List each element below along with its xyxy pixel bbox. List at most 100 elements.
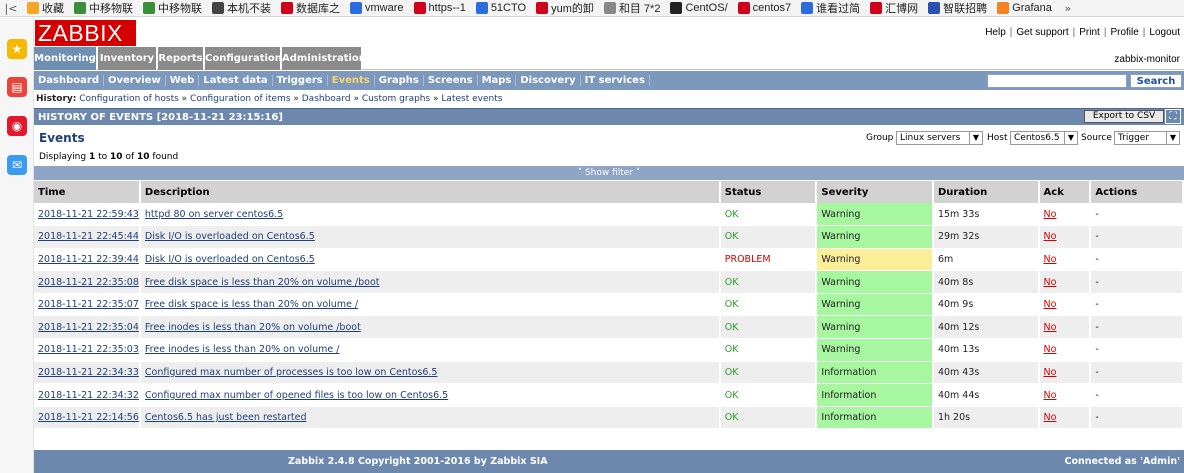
more-bookmarks-icon[interactable]: » xyxy=(1057,2,1079,15)
submenu-screens[interactable]: Screens xyxy=(424,75,478,86)
menu-tab-reports[interactable]: Reports xyxy=(158,47,204,70)
event-time-link[interactable]: 2018-11-21 22:14:56 xyxy=(38,412,139,423)
breadcrumb-link[interactable]: Latest events xyxy=(441,94,502,104)
mail-icon[interactable]: ✉ xyxy=(7,155,27,175)
event-description-link[interactable]: Configured max number of processes is to… xyxy=(145,367,438,378)
menu-tab-administration[interactable]: Administration xyxy=(282,47,366,70)
event-time-link[interactable]: 2018-11-21 22:35:04 xyxy=(38,322,139,333)
zabbix-logo[interactable]: ZABBIX xyxy=(35,20,136,46)
favorites-icon[interactable]: ★ xyxy=(7,39,27,59)
column-header-severity[interactable]: Severity xyxy=(816,181,934,203)
bookmark-item[interactable]: 数据库之 xyxy=(276,0,345,16)
menu-tab-monitoring[interactable]: Monitoring xyxy=(34,47,97,70)
search-input[interactable] xyxy=(987,74,1127,88)
event-time-link[interactable]: 2018-11-21 22:45:44 xyxy=(38,231,139,242)
submenu-maps[interactable]: Maps xyxy=(478,75,517,86)
event-description-link[interactable]: Free inodes is less than 20% on volume /… xyxy=(145,322,361,333)
bookmark-item[interactable]: 收藏 xyxy=(22,0,69,16)
event-time-link[interactable]: 2018-11-21 22:34:32 xyxy=(38,390,139,401)
column-header-time[interactable]: Time xyxy=(34,181,141,203)
top-link-profile[interactable]: Profile xyxy=(1110,27,1138,38)
event-description-link[interactable]: Disk I/O is overloaded on Centos6.5 xyxy=(145,231,315,242)
bookmark-item[interactable]: 本机不装 xyxy=(207,0,276,16)
ack-link[interactable]: No xyxy=(1044,367,1057,378)
ack-link[interactable]: No xyxy=(1044,231,1057,242)
bookmark-item[interactable]: 谁看过简 xyxy=(796,0,865,16)
event-time-link[interactable]: 2018-11-21 22:35:03 xyxy=(38,344,139,355)
top-link-help[interactable]: Help xyxy=(985,27,1006,38)
column-header-duration[interactable]: Duration xyxy=(932,181,1040,203)
event-description-link[interactable]: Free disk space is less than 20% on volu… xyxy=(145,299,358,310)
menu-tab-configuration[interactable]: Configuration xyxy=(205,47,282,70)
bookmark-item[interactable]: vmware xyxy=(345,2,409,14)
event-description-link[interactable]: Free disk space is less than 20% on volu… xyxy=(145,277,380,288)
table-row: 2018-11-21 22:59:43 httpd 80 on server ce… xyxy=(34,203,1184,227)
submenu-discovery[interactable]: Discovery xyxy=(516,75,581,86)
submenu-overview[interactable]: Overview xyxy=(104,75,166,86)
event-description-link[interactable]: Configured max number of opened files is… xyxy=(145,390,448,401)
event-time-link[interactable]: 2018-11-21 22:34:33 xyxy=(38,367,139,378)
bookmark-item[interactable]: 51CTO xyxy=(471,2,531,14)
breadcrumb-link[interactable]: Dashboard xyxy=(302,94,351,104)
bookmark-item[interactable]: 和目 7*2 xyxy=(599,0,666,16)
ack-link[interactable]: No xyxy=(1044,277,1057,288)
ack-link[interactable]: No xyxy=(1044,412,1057,423)
ack-link[interactable]: No xyxy=(1044,344,1057,355)
bookmark-item[interactable]: centos7 xyxy=(733,2,797,14)
column-header-actions[interactable]: Actions xyxy=(1090,181,1184,203)
submenu-graphs[interactable]: Graphs xyxy=(375,75,424,86)
bookmark-item[interactable]: Grafana xyxy=(992,2,1057,14)
duration-cell: 40m 8s xyxy=(932,270,1040,294)
bookmark-item[interactable]: CentOS/ xyxy=(665,2,732,14)
show-filter-toggle[interactable]: ˅ Show filter ˅ xyxy=(34,166,1184,180)
submenu-events[interactable]: Events xyxy=(328,75,375,86)
search-button[interactable]: Search xyxy=(1130,74,1182,88)
weibo-icon[interactable]: ◉ xyxy=(7,116,27,136)
table-row: 2018-11-21 22:34:33 Configured max number… xyxy=(34,361,1184,385)
bookmark-item[interactable]: yum的卸 xyxy=(531,0,599,16)
bookmark-item[interactable]: 中移物联 xyxy=(69,0,138,16)
column-header-status[interactable]: Status xyxy=(719,181,818,203)
breadcrumb-link[interactable]: Custom graphs xyxy=(362,94,430,104)
top-link-print[interactable]: Print xyxy=(1079,27,1100,38)
bookmark-item[interactable]: 汇博网 xyxy=(865,0,923,16)
event-description-link[interactable]: httpd 80 on server centos6.5 xyxy=(145,209,283,220)
top-link-logout[interactable]: Logout xyxy=(1149,27,1180,38)
bookmark-item[interactable]: https--1 xyxy=(409,2,471,14)
event-description-link[interactable]: Disk I/O is overloaded on Centos6.5 xyxy=(145,254,315,265)
host-select[interactable]: Centos6.5 ▼ xyxy=(1010,131,1078,145)
ack-link[interactable]: No xyxy=(1044,209,1057,220)
submenu-triggers[interactable]: Triggers xyxy=(273,75,328,86)
submenu-it-services[interactable]: IT services xyxy=(581,75,650,86)
source-select[interactable]: Trigger ▼ xyxy=(1114,131,1180,145)
menu-tab-inventory[interactable]: Inventory xyxy=(98,47,157,70)
ack-link[interactable]: No xyxy=(1044,390,1057,401)
event-description-link[interactable]: Centos6.5 has just been restarted xyxy=(145,412,307,423)
event-time-link[interactable]: 2018-11-21 22:35:08 xyxy=(38,277,139,288)
submenu-dashboard[interactable]: Dashboard xyxy=(34,75,104,86)
top-link-get-support[interactable]: Get support xyxy=(1016,27,1068,38)
breadcrumb-link[interactable]: Configuration of hosts xyxy=(79,94,179,104)
group-select[interactable]: Linux servers ▼ xyxy=(896,131,983,145)
event-time-cell: 2018-11-21 22:59:43 xyxy=(34,203,141,227)
status-badge: OK xyxy=(719,315,818,340)
column-header-ack[interactable]: Ack xyxy=(1038,181,1092,203)
back-icon[interactable]: |< xyxy=(0,2,22,15)
notes-icon[interactable]: ▤ xyxy=(7,77,27,97)
top-links: Help | Get support | Print | Profile | Logout xyxy=(985,27,1180,38)
fullscreen-icon[interactable]: ⛶ xyxy=(1165,109,1181,124)
event-time-link[interactable]: 2018-11-21 22:35:07 xyxy=(38,299,139,310)
event-time-link[interactable]: 2018-11-21 22:59:43 xyxy=(38,209,139,220)
export-csv-button[interactable]: Export to CSV xyxy=(1084,110,1164,123)
event-time-link[interactable]: 2018-11-21 22:39:44 xyxy=(38,254,139,265)
bookmark-item[interactable]: 中移物联 xyxy=(138,0,207,16)
bookmark-item[interactable]: 智联招聘 xyxy=(923,0,992,16)
ack-link[interactable]: No xyxy=(1044,322,1057,333)
column-header-description[interactable]: Description xyxy=(139,181,721,203)
breadcrumb-link[interactable]: Configuration of items xyxy=(190,94,290,104)
ack-link[interactable]: No xyxy=(1044,254,1057,265)
submenu-web[interactable]: Web xyxy=(166,75,200,86)
ack-link[interactable]: No xyxy=(1044,299,1057,310)
submenu-latest-data[interactable]: Latest data xyxy=(199,75,273,86)
event-description-link[interactable]: Free inodes is less than 20% on volume / xyxy=(145,344,340,355)
